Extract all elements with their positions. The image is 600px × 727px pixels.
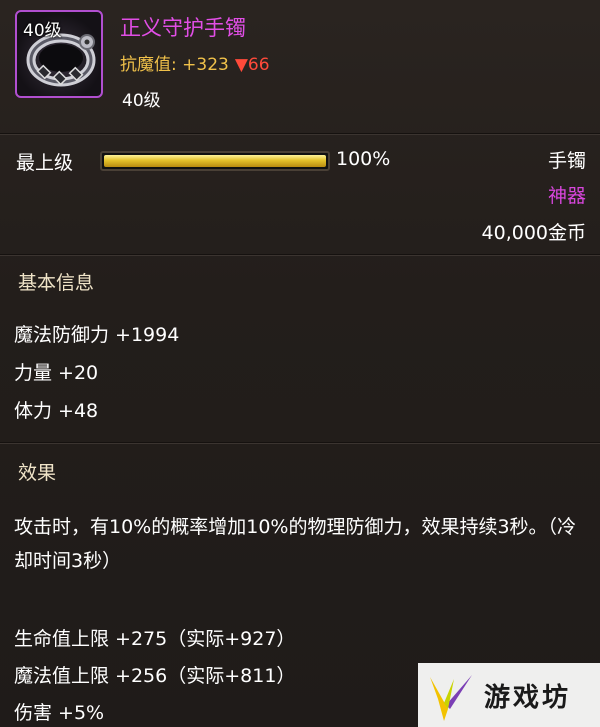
divider bbox=[0, 442, 600, 444]
divider bbox=[0, 254, 600, 256]
equip-slot: 手镯 bbox=[547, 150, 586, 172]
effect-description: 攻击时，有10%的概率增加10%的物理防御力，效果持续3秒。（冷却时间3秒） bbox=[14, 516, 577, 572]
watermark-text: 游戏坊 bbox=[484, 683, 572, 713]
item-name: 正义守护手镯 bbox=[120, 16, 246, 40]
resist-delta: ▼66 bbox=[234, 55, 270, 75]
item-price: 40,000金币 bbox=[481, 222, 586, 244]
effect-title: 效果 bbox=[18, 462, 57, 484]
upgrade-progress-bar bbox=[100, 151, 330, 171]
basic-stat: 力量 +20 bbox=[14, 362, 99, 384]
bracelet-icon[interactable]: 40级 bbox=[15, 10, 103, 98]
divider bbox=[0, 133, 600, 135]
upgrade-percent: 100% bbox=[336, 148, 391, 170]
watermark-logo-icon bbox=[430, 675, 472, 721]
upgrade-label: 最上级 bbox=[16, 152, 74, 174]
item-level: 40级 bbox=[122, 91, 161, 111]
basic-stat: 魔法防御力 +1994 bbox=[14, 324, 180, 346]
upgrade-progress-fill bbox=[104, 155, 326, 167]
effect-stat: 魔法值上限 +256（实际+811） bbox=[14, 665, 296, 687]
item-tooltip-panel: 40级 正义守护手镯 抗魔值: +323 ▼66 40级 最上级 100% 手镯 … bbox=[0, 0, 600, 727]
effect-stat: 生命值上限 +275（实际+927） bbox=[14, 628, 296, 650]
basic-stat: 体力 +48 bbox=[14, 400, 99, 422]
item-grade: 神器 bbox=[547, 185, 586, 207]
basic-info-title: 基本信息 bbox=[18, 272, 95, 294]
item-icon-level: 40级 bbox=[23, 21, 62, 41]
resist-value: 抗魔值: +323 ▼66 bbox=[120, 50, 270, 75]
effect-stat: 伤害 +5% bbox=[14, 702, 105, 724]
watermark: 游戏坊 bbox=[418, 663, 600, 727]
resist-label: 抗魔值: +323 bbox=[120, 55, 229, 75]
